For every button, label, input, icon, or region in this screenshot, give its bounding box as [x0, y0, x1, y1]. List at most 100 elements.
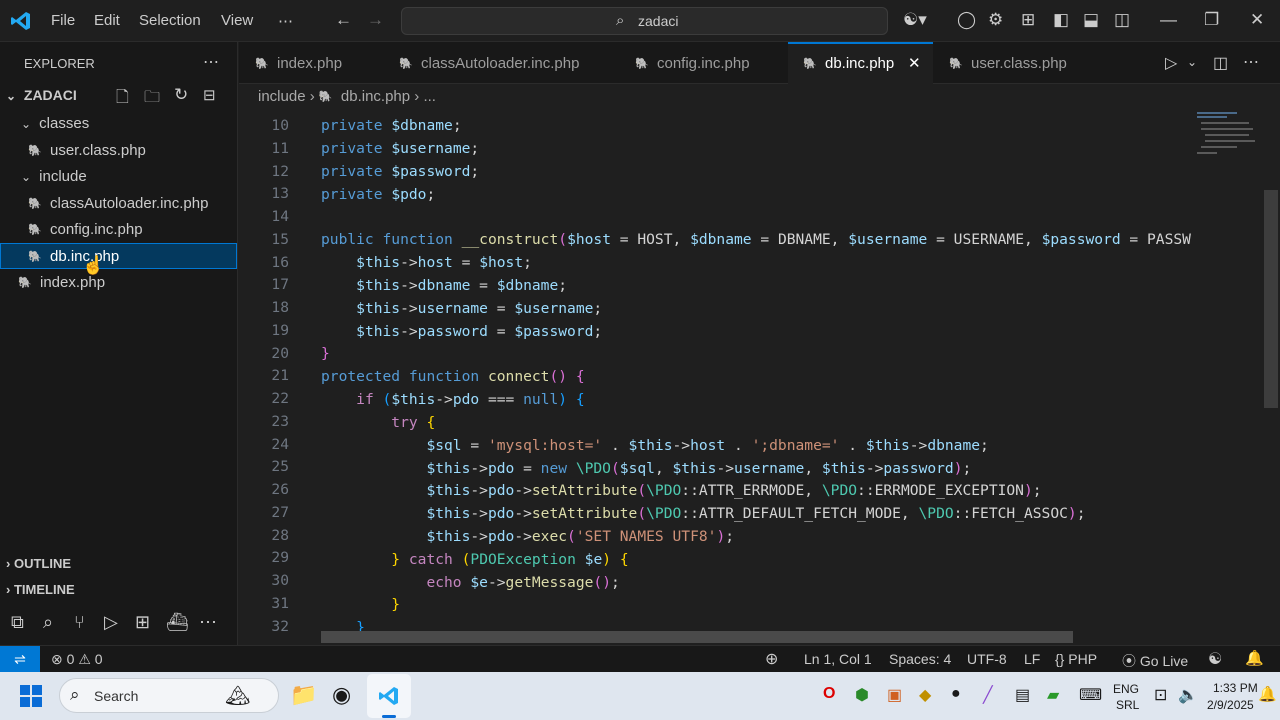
volume-icon[interactable]: 🔈: [1178, 685, 1198, 705]
zoom-icon[interactable]: ⊕: [765, 649, 778, 669]
command-center-search[interactable]: ⌕ zadaci: [401, 7, 888, 35]
tree-folder-include[interactable]: ⌄ include: [21, 168, 87, 185]
taskbar-search[interactable]: ⌕ Search 🏔: [59, 678, 279, 713]
php-file-icon: 🐘: [255, 58, 269, 70]
language-mode[interactable]: {} PHP: [1055, 651, 1097, 667]
clock-time[interactable]: 1:33 PM: [1213, 681, 1258, 695]
timeline-section[interactable]: › TIMELINE: [6, 582, 75, 597]
line-number: 27: [271, 503, 289, 521]
tree-file-db[interactable]: 🐘 db.inc.php: [28, 248, 119, 265]
code-editor[interactable]: 10 11 12 13 14 15 16 17 18 19 20 21 22 23 24 25 26 27 28 29…: [239, 115, 1191, 645]
go-live-button[interactable]: ⦿ Go Live: [1122, 651, 1188, 671]
chrome-icon[interactable]: ◉: [332, 682, 351, 708]
more-actions-icon[interactable]: ⋯: [1243, 52, 1259, 72]
gear-icon[interactable]: ⚙: [988, 10, 1003, 30]
source-control-icon[interactable]: ⑂: [74, 612, 85, 633]
copilot-status-icon[interactable]: ☯: [1208, 649, 1222, 669]
copilot-icon[interactable]: ☯▾: [903, 10, 927, 30]
minimap[interactable]: [1191, 108, 1263, 645]
toggle-secondary-sidebar-icon[interactable]: ◫: [1114, 10, 1130, 30]
close-icon[interactable]: ✕: [1250, 10, 1264, 30]
tree-file-index[interactable]: 🐘 index.php: [18, 274, 105, 291]
indentation[interactable]: Spaces: 4: [889, 651, 951, 667]
opera-icon[interactable]: O: [823, 685, 835, 703]
clock-date[interactable]: 2/9/2025: [1207, 698, 1254, 712]
menu-view[interactable]: View: [221, 12, 253, 29]
menu-selection[interactable]: Selection: [139, 12, 201, 29]
tab-label: classAutoloader.inc.php: [421, 55, 580, 72]
chevron-down-icon[interactable]: ⌄: [1187, 55, 1197, 69]
problems-indicator[interactable]: ⊗ 0 ⚠ 0: [51, 651, 103, 668]
code-line: $this->pdo->setAttribute(\PDO::ATTR_ERRM…: [426, 482, 1042, 499]
tray-app-icon[interactable]: ◆: [919, 685, 931, 705]
outline-section[interactable]: › OUTLINE: [6, 556, 71, 571]
extensions-icon[interactable]: ⊞: [135, 612, 150, 633]
breadcrumb-file[interactable]: db.inc.php: [341, 88, 410, 105]
tray-app-icon[interactable]: ▣: [887, 685, 902, 705]
toggle-sidebar-icon[interactable]: ◧: [1053, 10, 1069, 30]
error-icon: ⊗: [51, 651, 63, 667]
minimize-icon[interactable]: —: [1160, 10, 1177, 30]
tree-file-user-class[interactable]: 🐘 user.class.php: [28, 142, 146, 159]
breadcrumb-more[interactable]: ...: [423, 88, 436, 105]
line-number: 22: [271, 390, 289, 407]
tray-app-icon[interactable]: ╱: [983, 685, 993, 705]
tree-label: config.inc.php: [50, 221, 143, 238]
input-language-1[interactable]: ENG: [1113, 682, 1139, 696]
tab-user-class[interactable]: 🐘 user.class.php: [933, 42, 1098, 84]
horizontal-scrollbar[interactable]: [321, 631, 1073, 643]
end-of-line[interactable]: LF: [1024, 651, 1040, 667]
nvidia-icon[interactable]: ▰: [1047, 685, 1059, 705]
collapse-all-icon[interactable]: ⊟: [203, 86, 216, 104]
forward-arrow-icon[interactable]: →: [367, 10, 384, 30]
close-tab-icon[interactable]: ✕: [908, 54, 921, 72]
windows-start-icon[interactable]: [20, 685, 42, 707]
more-views-icon[interactable]: ⋯: [199, 612, 217, 633]
new-file-icon[interactable]: 🗋: [116, 86, 129, 113]
tree-file-config[interactable]: 🐘 config.inc.php: [28, 221, 143, 238]
tab-classautoloader[interactable]: 🐘 classAutoloader.inc.php: [387, 42, 623, 84]
tray-app-icon[interactable]: ⬢: [855, 685, 869, 705]
toggle-panel-icon[interactable]: ⬓: [1083, 10, 1099, 30]
explorer-icon[interactable]: ⧉: [11, 612, 24, 633]
vscode-taskbar-button[interactable]: [367, 674, 411, 718]
restore-icon[interactable]: ❐: [1204, 10, 1219, 30]
docker-icon[interactable]: ⛴: [166, 612, 189, 633]
split-editor-icon[interactable]: ◫: [1213, 53, 1228, 73]
more-actions-icon[interactable]: ⋯: [203, 52, 219, 72]
layout-icon[interactable]: ⊞: [1021, 10, 1035, 30]
menu-more[interactable]: ⋯: [278, 12, 293, 30]
tab-db[interactable]: 🐘 db.inc.php ✕: [788, 42, 933, 84]
menu-file[interactable]: File: [51, 12, 75, 29]
input-language-2[interactable]: SRL: [1116, 698, 1139, 712]
refresh-icon[interactable]: ↻: [174, 85, 188, 105]
tree-folder-classes[interactable]: ⌄ classes: [21, 115, 89, 132]
workspace-root[interactable]: ⌄ ZADACI: [6, 87, 77, 103]
new-folder-icon[interactable]: 🗀: [144, 86, 160, 113]
breadcrumb-folder[interactable]: include: [258, 88, 306, 105]
search-icon[interactable]: ⌕: [43, 612, 53, 633]
encoding[interactable]: UTF-8: [967, 651, 1007, 667]
cursor-position[interactable]: Ln 1, Col 1: [804, 651, 872, 667]
tray-app-icon[interactable]: ●: [951, 685, 961, 703]
keyboard-icon[interactable]: ⌨: [1079, 685, 1102, 705]
back-arrow-icon[interactable]: ←: [335, 10, 352, 30]
line-number: 13: [271, 185, 289, 203]
run-debug-icon[interactable]: ▷: [104, 612, 118, 633]
menu-edit[interactable]: Edit: [94, 12, 120, 29]
run-icon[interactable]: ▷: [1165, 53, 1177, 73]
vertical-scrollbar[interactable]: [1264, 190, 1278, 408]
file-explorer-icon[interactable]: 📁: [290, 682, 317, 708]
remote-indicator-icon[interactable]: ⇌: [0, 646, 40, 673]
tab-label: db.inc.php: [825, 55, 895, 72]
tree-file-classautoloader[interactable]: 🐘 classAutoloader.inc.php: [28, 195, 208, 212]
notifications-bell-icon[interactable]: 🔔: [1258, 685, 1277, 703]
network-icon[interactable]: ⊡: [1154, 685, 1167, 705]
tab-config[interactable]: 🐘 config.inc.php: [623, 42, 788, 84]
notifications-bell-icon[interactable]: 🔔: [1245, 649, 1264, 667]
tray-app-icon[interactable]: ▤: [1015, 685, 1030, 705]
line-number: 18: [271, 299, 289, 316]
code-line: $this->password = $password;: [356, 323, 603, 340]
tab-index[interactable]: 🐘 index.php: [239, 42, 387, 84]
account-icon[interactable]: ◯: [957, 10, 976, 30]
